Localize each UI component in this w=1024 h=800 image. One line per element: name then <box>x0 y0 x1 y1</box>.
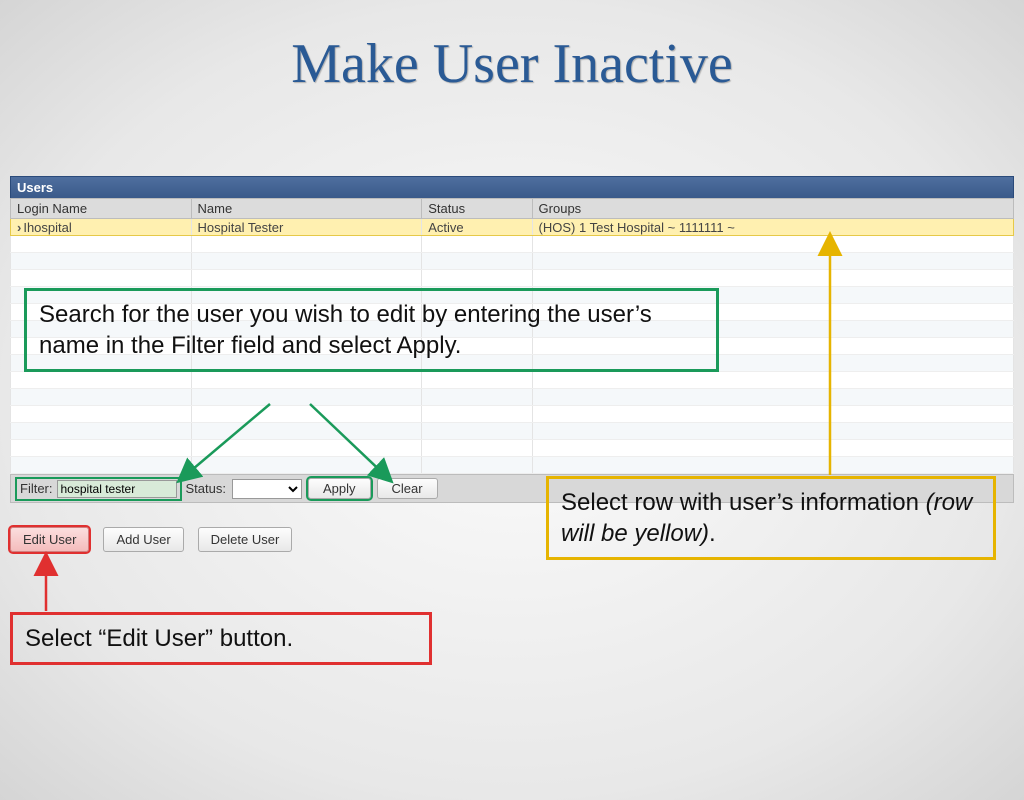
page-title: Make User Inactive <box>0 32 1024 96</box>
cell-login: Ihospital <box>23 220 71 235</box>
filter-input[interactable] <box>57 480 177 498</box>
filter-label: Filter: <box>20 481 53 496</box>
col-status[interactable]: Status <box>422 199 532 219</box>
col-groups[interactable]: Groups <box>532 199 1013 219</box>
status-label: Status: <box>186 481 226 496</box>
panel-header: Users <box>10 176 1014 198</box>
cell-name: Hospital Tester <box>191 219 422 236</box>
col-name[interactable]: Name <box>191 199 422 219</box>
column-headers: Login Name Name Status Groups <box>11 199 1014 219</box>
callout-select-row: Select row with user’s information (row … <box>546 476 996 560</box>
cell-groups: (HOS) 1 Test Hospital ~ 1111111 ~ <box>532 219 1013 236</box>
status-select[interactable] <box>232 479 302 499</box>
callout-search: Search for the user you wish to edit by … <box>24 288 719 372</box>
table-row[interactable] <box>11 236 1014 253</box>
table-row[interactable] <box>11 423 1014 440</box>
apply-button[interactable]: Apply <box>308 478 371 499</box>
table-row[interactable]: ›Ihospital Hospital Tester Active (HOS) … <box>11 219 1014 236</box>
table-row[interactable] <box>11 406 1014 423</box>
edit-user-button[interactable]: Edit User <box>10 527 89 552</box>
table-row[interactable] <box>11 389 1014 406</box>
add-user-button[interactable]: Add User <box>103 527 183 552</box>
delete-user-button[interactable]: Delete User <box>198 527 293 552</box>
col-login[interactable]: Login Name <box>11 199 192 219</box>
table-row[interactable] <box>11 457 1014 474</box>
table-row[interactable] <box>11 372 1014 389</box>
callout-edit-user: Select “Edit User” button. <box>10 612 432 665</box>
table-row[interactable] <box>11 440 1014 457</box>
row-indicator-icon: › <box>17 220 21 235</box>
cell-status: Active <box>422 219 532 236</box>
table-row[interactable] <box>11 270 1014 287</box>
table-row[interactable] <box>11 253 1014 270</box>
clear-button[interactable]: Clear <box>377 478 438 499</box>
action-buttons: Edit User Add User Delete User <box>10 527 292 552</box>
